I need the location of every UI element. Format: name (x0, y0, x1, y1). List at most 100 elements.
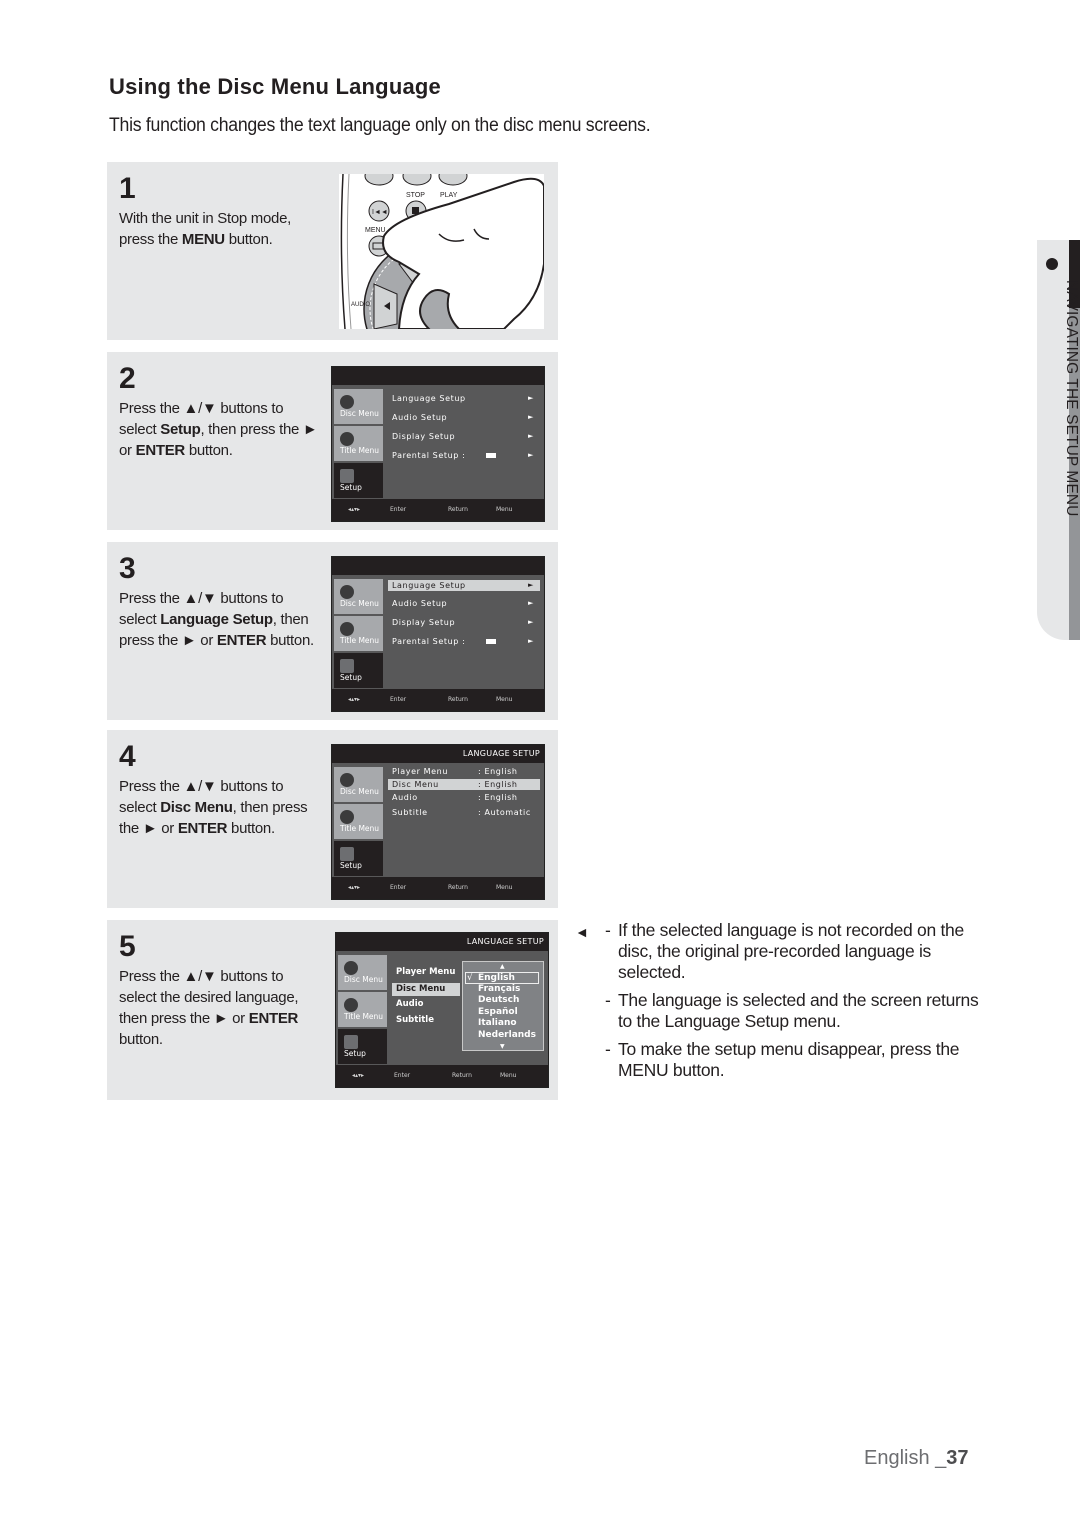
page-number: 37 (946, 1447, 969, 1469)
setup-icon (340, 469, 354, 483)
osd-menu-rows: Player Menu: English Disc Menu: English … (388, 765, 540, 823)
step-4: 4 Press the ▲/▼ buttons to select Disc M… (107, 730, 558, 908)
osd-row-selected: Language Setup ► (388, 580, 540, 591)
osd-footer: ◂▴▾▸ Enter Return Menu (332, 877, 544, 899)
menu-hint: Menu (496, 506, 513, 513)
return-hint: Return (448, 696, 468, 703)
notes-section: ◄ - If the selected language is not recor… (575, 920, 995, 1088)
language-option: Italiano (478, 1018, 517, 1028)
title-icon (340, 810, 354, 824)
disc-icon (340, 773, 354, 787)
osd-row-selected: Disc Menu: English (388, 779, 540, 790)
osd-row: Display Setup ► (392, 618, 534, 627)
return-hint: Return (448, 506, 468, 513)
osd-sidebar: Disc Menu Title Menu Setup (332, 575, 384, 691)
osd-header (332, 367, 544, 385)
enter-hint: Enter (394, 1072, 411, 1079)
osd-setup-menu: Disc Menu Title Menu Setup Language Setu… (331, 556, 545, 712)
title-icon (344, 998, 358, 1012)
enter-hint: Enter (390, 506, 407, 513)
step-3: 3 Press the ▲/▼ buttons to select Langua… (107, 542, 558, 720)
setup-icon (340, 847, 354, 861)
step-number: 2 (119, 362, 136, 395)
disc-icon (340, 585, 354, 599)
osd-footer: ◂▴▾▸ Enter Return Menu (332, 499, 544, 521)
disc-icon (340, 395, 354, 409)
osd-side-setup: Setup (334, 841, 383, 876)
step-number: 5 (119, 930, 136, 963)
osd-language-setup: LANGUAGE SETUP Disc Menu Title Menu Setu… (331, 744, 545, 900)
svg-text:AUDIO: AUDIO (351, 302, 370, 308)
footer-language: English _ (864, 1447, 947, 1469)
language-option-selected: √ English (465, 972, 539, 984)
return-hint: Return (452, 1072, 472, 1079)
page-title: Using the Disc Menu Language (109, 74, 441, 99)
section-label: NAVIGATING THE SETUP MENU (1063, 280, 1080, 517)
osd-setup-menu: Disc Menu Title Menu Setup Language Setu… (331, 366, 545, 522)
stop-label: STOP (406, 192, 425, 199)
step-number: 1 (119, 172, 136, 205)
remote-control-illustration: STOP PLAY I◄◄ MENU AUDIO TITLE MENU (339, 174, 544, 329)
dpad-icon: ◂▴▾▸ (348, 696, 361, 703)
dpad-icon: ◂▴▾▸ (348, 884, 361, 891)
title-icon (340, 432, 354, 446)
scroll-up-icon: ▲ (500, 963, 505, 970)
menu-hint: Menu (496, 884, 513, 891)
menu-hint: Menu (496, 696, 513, 703)
arrow-right-icon: ► (528, 581, 534, 589)
arrow-right-icon: ► (528, 394, 534, 402)
step-instructions: Press the ▲/▼ buttons to select the desi… (119, 968, 299, 1048)
step-instructions: Press the ▲/▼ buttons to select Setup, t… (119, 400, 318, 459)
enter-hint: Enter (390, 696, 407, 703)
lock-icon (486, 453, 496, 458)
dpad-icon: ◂▴▾▸ (348, 506, 361, 513)
osd-row: Parental Setup : ► (392, 451, 534, 460)
arrow-right-icon: ► (528, 599, 534, 607)
page-subtitle: This function changes the text language … (109, 115, 651, 136)
osd-menu-rows: Language Setup ► Audio Setup ► Display Set… (388, 577, 540, 653)
arrow-right-icon: ► (528, 618, 534, 626)
arrow-right-icon: ► (528, 413, 534, 421)
osd-row: Audio Setup ► (392, 413, 534, 422)
section-side-tab: NAVIGATING THE SETUP MENU (1037, 240, 1080, 640)
osd-header (332, 557, 544, 575)
step-2: 2 Press the ▲/▼ buttons to select Setup,… (107, 352, 558, 530)
setup-icon (344, 1035, 358, 1049)
language-option: Nederlands (478, 1029, 536, 1040)
language-dropdown: ▲ √ English Français Deutsch Español Ital… (462, 961, 544, 1051)
osd-row: Subtitle (396, 1015, 434, 1025)
osd-row-selected: Disc Menu (392, 983, 460, 996)
disc-icon (344, 961, 358, 975)
step-number: 4 (119, 740, 136, 773)
osd-side-setup: Setup (334, 463, 383, 498)
osd-footer: ◂▴▾▸ Enter Return Menu (336, 1065, 548, 1087)
osd-side-title-menu: Title Menu (334, 616, 383, 651)
step-5: 5 Press the ▲/▼ buttons to select the de… (107, 920, 558, 1100)
note-item: - To make the setup menu disappear, press… (605, 1039, 960, 1080)
note-item: - The language is selected and the screen… (605, 990, 979, 1031)
osd-side-title-menu: Title Menu (334, 426, 383, 461)
osd-row: Audio (396, 999, 424, 1009)
language-option: Français (478, 983, 521, 994)
note-item: - If the selected language is not recorde… (605, 920, 964, 982)
osd-row: Language Setup ► (392, 394, 534, 403)
osd-row: Audio: English (392, 793, 518, 802)
osd-sidebar: Disc Menu Title Menu Setup (332, 763, 384, 879)
osd-row: Parental Setup : ► (392, 637, 534, 646)
bullet-icon (1046, 258, 1058, 270)
step-number: 3 (119, 552, 136, 585)
osd-row: Audio Setup ► (392, 599, 534, 608)
step-instructions: Press the ▲/▼ buttons to select Disc Men… (119, 778, 308, 837)
play-label: PLAY (440, 192, 458, 199)
menu-hint: Menu (500, 1072, 517, 1079)
osd-side-title-menu: Title Menu (338, 992, 387, 1027)
setup-icon (340, 659, 354, 673)
scroll-down-icon: ▼ (500, 1043, 505, 1050)
osd-footer: ◂▴▾▸ Enter Return Menu (332, 689, 544, 711)
osd-side-disc-menu: Disc Menu (334, 767, 383, 802)
osd-side-setup: Setup (334, 653, 383, 688)
arrow-right-icon: ► (528, 637, 534, 645)
osd-row: Player Menu (396, 967, 456, 977)
osd-row: Player Menu: English (392, 767, 518, 776)
osd-header: LANGUAGE SETUP (336, 933, 548, 951)
